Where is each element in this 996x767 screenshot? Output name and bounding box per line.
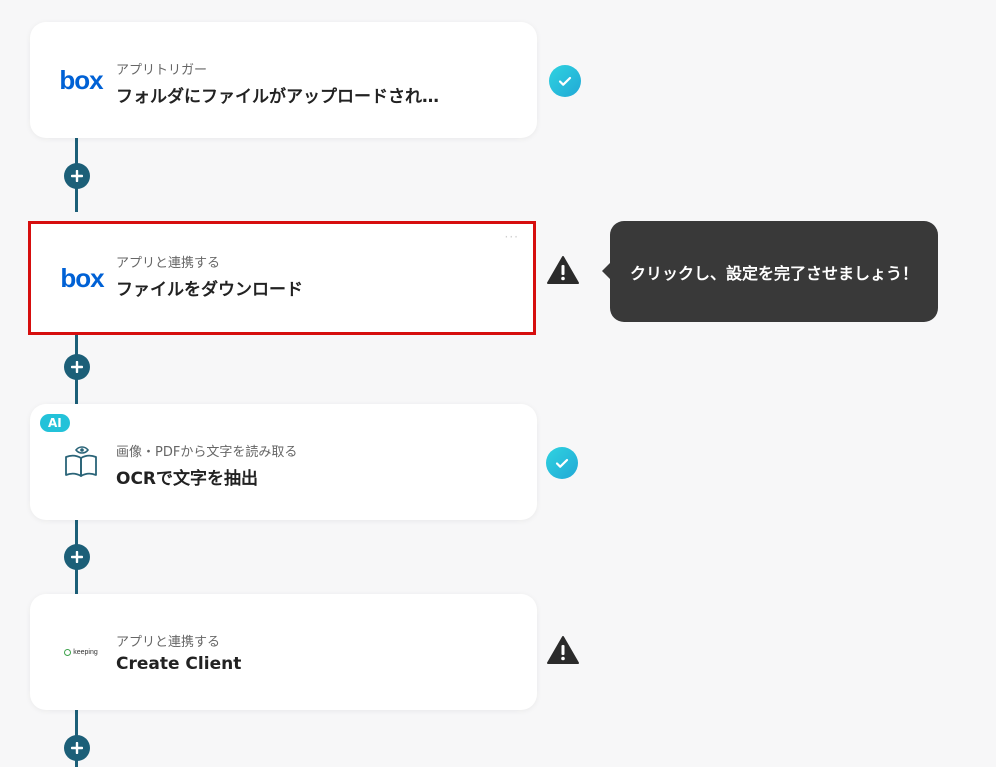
- tooltip-text: クリックし、設定を完了させましょう！: [629, 263, 918, 283]
- step-title: フォルダにファイルがアップロードされ…: [116, 87, 439, 107]
- warning-icon: [547, 636, 579, 664]
- more-options-button[interactable]: ···: [505, 230, 519, 244]
- add-step-button[interactable]: [64, 735, 90, 761]
- check-icon: [546, 447, 578, 479]
- flow-step-card-selected[interactable]: box アプリと連携する ファイルをダウンロード ···: [28, 221, 536, 335]
- box-logo: box: [59, 64, 103, 95]
- box-logo: box: [60, 262, 104, 293]
- add-step-button[interactable]: [64, 354, 90, 380]
- check-icon: [549, 65, 581, 97]
- step-subtitle: アプリと連携する: [116, 256, 221, 271]
- setup-tooltip: クリックし、設定を完了させましょう！: [602, 221, 938, 322]
- plus-icon: [71, 551, 83, 563]
- warning-icon: [547, 256, 579, 284]
- keeping-logo: keeping: [56, 594, 106, 710]
- ai-badge: AI: [40, 414, 70, 432]
- plus-icon: [71, 361, 83, 373]
- step-title: Create Client: [116, 654, 242, 674]
- plus-icon: [71, 170, 83, 182]
- flow-step-card[interactable]: box アプリトリガー フォルダにファイルがアップロードされ…: [30, 22, 537, 138]
- add-step-button[interactable]: [64, 544, 90, 570]
- flow-step-card[interactable]: keeping アプリと連携する Create Client: [30, 594, 537, 710]
- flow-step-card[interactable]: 画像・PDFから文字を読み取る OCRで文字を抽出: [30, 404, 537, 520]
- step-subtitle: アプリと連携する: [116, 635, 221, 650]
- plus-icon: [71, 742, 83, 754]
- step-subtitle: アプリトリガー: [116, 63, 208, 78]
- step-title: ファイルをダウンロード: [116, 280, 303, 300]
- add-step-button[interactable]: [64, 163, 90, 189]
- step-title: OCRで文字を抽出: [116, 469, 259, 489]
- step-subtitle: 画像・PDFから文字を読み取る: [116, 445, 298, 460]
